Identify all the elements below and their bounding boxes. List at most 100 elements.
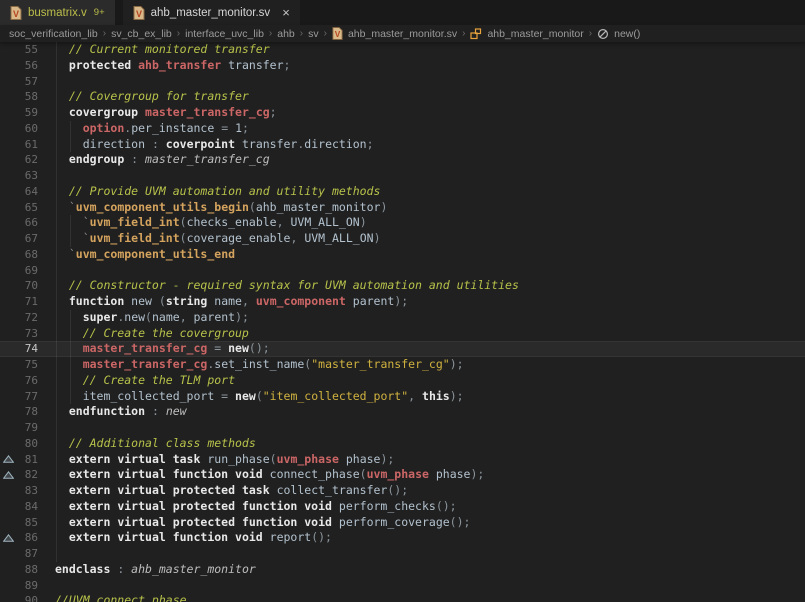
code-line[interactable]: 79 [0,420,805,436]
line-number: 68 [17,247,38,263]
line-number: 63 [17,168,38,184]
code-line[interactable]: 87 [0,546,805,562]
code-line[interactable]: 81 extern virtual task run_phase(uvm_pha… [0,452,805,468]
code-line[interactable]: 77 item_collected_port = new("item_colle… [0,389,805,405]
line-number: 56 [17,58,38,74]
code-text: endgroup : master_transfer_cg [55,152,805,168]
code-text: // Covergroup for transfer [55,89,805,105]
code-text: covergroup master_transfer_cg; [55,105,805,121]
gutter-spacer [0,105,17,121]
line-number: 83 [17,483,38,499]
code-line[interactable]: 58 // Covergroup for transfer [0,89,805,105]
indent-guide [70,341,71,357]
code-line[interactable]: 67 `uvm_field_int(coverage_enable, UVM_A… [0,231,805,247]
tab-busmatrix[interactable]: V busmatrix.v 9+ [0,0,115,25]
gutter-spacer [0,263,17,279]
breadcrumb: soc_verification_lib › sv_cb_ex_lib › in… [0,25,805,42]
line-number: 73 [17,326,38,342]
breadcrumb-file[interactable]: ahb_master_monitor.sv [348,28,457,40]
line-number: 57 [17,74,38,90]
gutter-spacer [0,121,17,137]
code-line[interactable]: 66 `uvm_field_int(checks_enable, UVM_ALL… [0,215,805,231]
code-line[interactable]: 69 [0,263,805,279]
code-line[interactable]: 68 `uvm_component_utils_end [0,247,805,263]
code-text: extern virtual task run_phase(uvm_phase … [55,452,805,468]
code-text: extern virtual function void connect_pha… [55,467,805,483]
code-line[interactable]: 63 [0,168,805,184]
code-line[interactable]: 56 protected ahb_transfer transfer; [0,58,805,74]
gutter-spacer [0,74,17,90]
indent-guide [56,467,57,483]
gutter-spacer [0,310,17,326]
code-line[interactable]: 60 option.per_instance = 1; [0,121,805,137]
extern-definition-marker-icon[interactable] [0,452,17,468]
code-text [55,578,805,594]
line-number: 85 [17,515,38,531]
breadcrumb-folder[interactable]: ahb [277,28,295,40]
indent-guide [56,420,57,436]
svg-text:V: V [136,9,142,19]
editor-pane[interactable]: 55 // Current monitored transfer56 prote… [0,42,805,602]
code-line[interactable]: 55 // Current monitored transfer [0,42,805,58]
code-line[interactable]: 75 master_transfer_cg.set_inst_name("mas… [0,357,805,373]
indent-guide [56,515,57,531]
code-line[interactable]: 74 master_transfer_cg = new(); [0,341,805,357]
code-text [55,168,805,184]
code-text: `uvm_field_int(coverage_enable, UVM_ALL_… [55,231,805,247]
gutter-spacer [0,137,17,153]
code-line[interactable]: 89 [0,578,805,594]
breadcrumb-class[interactable]: ahb_master_monitor [487,28,583,40]
extern-definition-marker-icon[interactable] [0,467,17,483]
tab-ahb-master-monitor[interactable]: V ahb_master_monitor.sv × [123,0,300,25]
code-line[interactable]: 71 function new (string name, uvm_compon… [0,294,805,310]
line-number: 76 [17,373,38,389]
indent-guide [56,121,57,137]
code-line[interactable]: 62 endgroup : master_transfer_cg [0,152,805,168]
code-line[interactable]: 86 extern virtual function void report()… [0,530,805,546]
code-text: // Create the covergroup [55,326,805,342]
indent-guide [56,247,57,263]
breadcrumb-folder[interactable]: sv_cb_ex_lib [111,28,172,40]
code-line[interactable]: 88endclass : ahb_master_monitor [0,562,805,578]
code-line[interactable]: 83 extern virtual protected task collect… [0,483,805,499]
code-text: // Current monitored transfer [55,42,805,58]
indent-guide [56,341,57,357]
close-icon[interactable]: × [282,6,290,19]
code-line[interactable]: 64 // Provide UVM automation and utility… [0,184,805,200]
indent-guide [56,530,57,546]
verilog-file-icon: V [10,6,22,20]
breadcrumb-folder[interactable]: sv [308,28,319,40]
indent-guide [56,58,57,74]
code-text [55,74,805,90]
tab-bar: V busmatrix.v 9+ V ahb_master_monitor.sv… [0,0,805,25]
gutter-spacer [0,483,17,499]
breadcrumb-folder[interactable]: soc_verification_lib [9,28,98,40]
extern-definition-marker-icon[interactable] [0,530,17,546]
method-symbol-icon [597,28,609,40]
line-number: 69 [17,263,38,279]
code-line[interactable]: 72 super.new(name, parent); [0,310,805,326]
code-line[interactable]: 73 // Create the covergroup [0,326,805,342]
code-line[interactable]: 70 // Constructor - required syntax for … [0,278,805,294]
code-text: // Create the TLM port [55,373,805,389]
code-line[interactable]: 61 direction : coverpoint transfer.direc… [0,137,805,153]
gutter-spacer [0,578,17,594]
code-line[interactable]: 90//UVM connect_phase [0,593,805,602]
code-lines: 55 // Current monitored transfer56 prote… [0,42,805,602]
code-text: `uvm_component_utils_end [55,247,805,263]
line-number: 82 [17,467,38,483]
code-line[interactable]: 85 extern virtual protected function voi… [0,515,805,531]
code-line[interactable]: 82 extern virtual function void connect_… [0,467,805,483]
breadcrumb-method[interactable]: new() [614,28,640,40]
code-line[interactable]: 57 [0,74,805,90]
code-line[interactable]: 80 // Additional class methods [0,436,805,452]
code-line[interactable]: 76 // Create the TLM port [0,373,805,389]
breadcrumb-folder[interactable]: interface_uvc_lib [185,28,264,40]
code-line[interactable]: 84 extern virtual protected function voi… [0,499,805,515]
code-line[interactable]: 78 endfunction : new [0,404,805,420]
code-line[interactable]: 59 covergroup master_transfer_cg; [0,105,805,121]
code-line[interactable]: 65 `uvm_component_utils_begin(ahb_master… [0,200,805,216]
indent-guide [56,483,57,499]
line-number: 88 [17,562,38,578]
gutter-spacer [0,499,17,515]
